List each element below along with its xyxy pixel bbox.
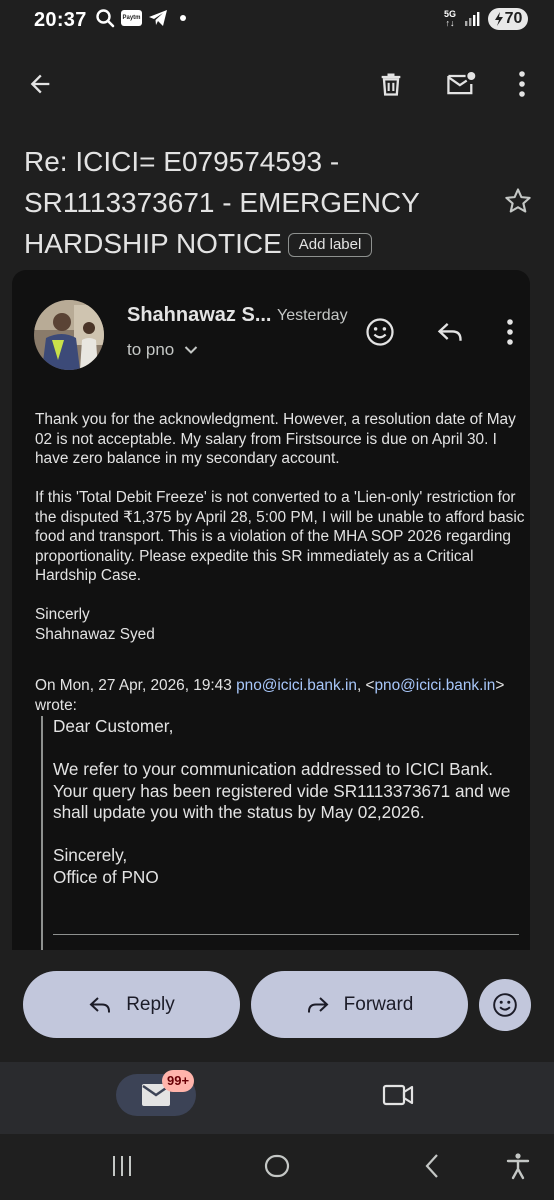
- network-5g-icon: 5G ↑↓: [443, 9, 456, 28]
- emoji-icon: [366, 318, 394, 346]
- accessibility-button[interactable]: [500, 1148, 536, 1184]
- reply-button[interactable]: Reply: [23, 971, 240, 1038]
- body-signoff: Sincerly: [35, 606, 90, 623]
- message-card: Shahnawaz S... Yesterday to pno Thank yo…: [12, 270, 530, 950]
- quoted-email-link-2[interactable]: pno@icici.bank.in: [374, 677, 495, 694]
- add-reaction-button[interactable]: [362, 314, 398, 350]
- signal-icon: [465, 12, 480, 26]
- status-time: 20:37: [34, 9, 87, 31]
- more-options-button[interactable]: [506, 66, 538, 102]
- more-vert-icon: [519, 71, 525, 97]
- bottom-navigation: 99+: [0, 1062, 554, 1134]
- more-vert-icon: [507, 319, 513, 345]
- more-notifications-dot: [180, 15, 186, 21]
- add-label-button[interactable]: Add label: [287, 233, 373, 257]
- accessibility-icon: [506, 1153, 530, 1180]
- notification-icons: Paytm: [95, 8, 186, 28]
- tab-meet[interactable]: [382, 1082, 414, 1113]
- video-camera-icon: [382, 1084, 414, 1106]
- chevron-down-icon: [185, 346, 198, 354]
- paytm-icon: Paytm: [121, 10, 142, 26]
- sent-time: Yesterday: [277, 307, 348, 324]
- search-icon: [96, 9, 115, 28]
- system-status-icons: 5G ↑↓ 70: [444, 8, 528, 30]
- back-button[interactable]: [22, 66, 58, 102]
- recents-button[interactable]: [104, 1148, 140, 1184]
- message-body: Thank you for the acknowledgment. Howeve…: [35, 410, 525, 644]
- battery-indicator: 70: [488, 8, 528, 30]
- chevron-left-icon: [425, 1154, 438, 1178]
- forward-button[interactable]: Forward: [251, 971, 468, 1038]
- trash-icon: [381, 73, 401, 96]
- battery-level: 70: [504, 10, 523, 27]
- unread-count-badge: 99+: [162, 1070, 195, 1092]
- forward-icon: [307, 996, 329, 1012]
- home-button[interactable]: [259, 1148, 295, 1184]
- recipients-toggle[interactable]: to pno: [127, 340, 198, 360]
- react-emoji-button[interactable]: [479, 979, 531, 1031]
- system-navigation: [0, 1134, 554, 1200]
- delete-button[interactable]: [373, 66, 409, 102]
- quoted-email-link[interactable]: pno@icici.bank.in: [236, 677, 357, 694]
- telegram-icon: [149, 10, 167, 26]
- quote-attribution: On Mon, 27 Apr, 2026, 19:43 pno@icici.ba…: [35, 677, 505, 714]
- mark-unread-button[interactable]: [443, 66, 479, 102]
- quoted-signature: Office of PNO: [53, 866, 159, 887]
- body-paragraph: Thank you for the acknowledgment. Howeve…: [35, 411, 516, 467]
- quoted-message: Dear Customer, We refer to your communic…: [41, 716, 530, 950]
- status-bar: 20:37 Paytm 5G ↑↓ 70: [0, 0, 554, 44]
- star-button[interactable]: [503, 186, 533, 221]
- reply-icon: [437, 322, 462, 341]
- forward-label: Forward: [343, 993, 414, 1015]
- reply-label: Reply: [126, 993, 175, 1015]
- sender-avatar[interactable]: [34, 300, 104, 370]
- quoted-greeting: Dear Customer,: [53, 716, 174, 736]
- home-icon: [264, 1154, 290, 1178]
- top-app-bar: [0, 56, 554, 112]
- body-signature: Shahnawaz Syed: [35, 625, 155, 643]
- star-outline-icon: [505, 188, 531, 213]
- avatar-photo: [34, 300, 104, 370]
- sender-name[interactable]: Shahnawaz S...: [127, 304, 271, 327]
- email-subject: Re: ICICI= E079574593 -SR1113373671 - EM…: [24, 141, 454, 264]
- quoted-signoff: Sincerely,: [53, 845, 128, 865]
- arrow-back-icon: [30, 74, 50, 94]
- back-nav-button[interactable]: [414, 1148, 450, 1184]
- recipients-label: to pno: [127, 340, 175, 359]
- message-more-button[interactable]: [494, 314, 526, 350]
- recents-icon: [113, 1156, 131, 1176]
- quoted-paragraph: We refer to your communication addressed…: [53, 759, 511, 822]
- reply-icon: [89, 996, 111, 1012]
- body-paragraph: If this 'Total Debit Freeze' is not conv…: [35, 489, 525, 584]
- quote-divider: [53, 934, 519, 935]
- message-actions: Reply Forward: [0, 950, 554, 1062]
- mark-unread-icon: [447, 72, 476, 95]
- battery-saver-icon: [494, 12, 503, 26]
- reply-icon-button[interactable]: [432, 314, 468, 350]
- emoji-icon: [493, 993, 517, 1017]
